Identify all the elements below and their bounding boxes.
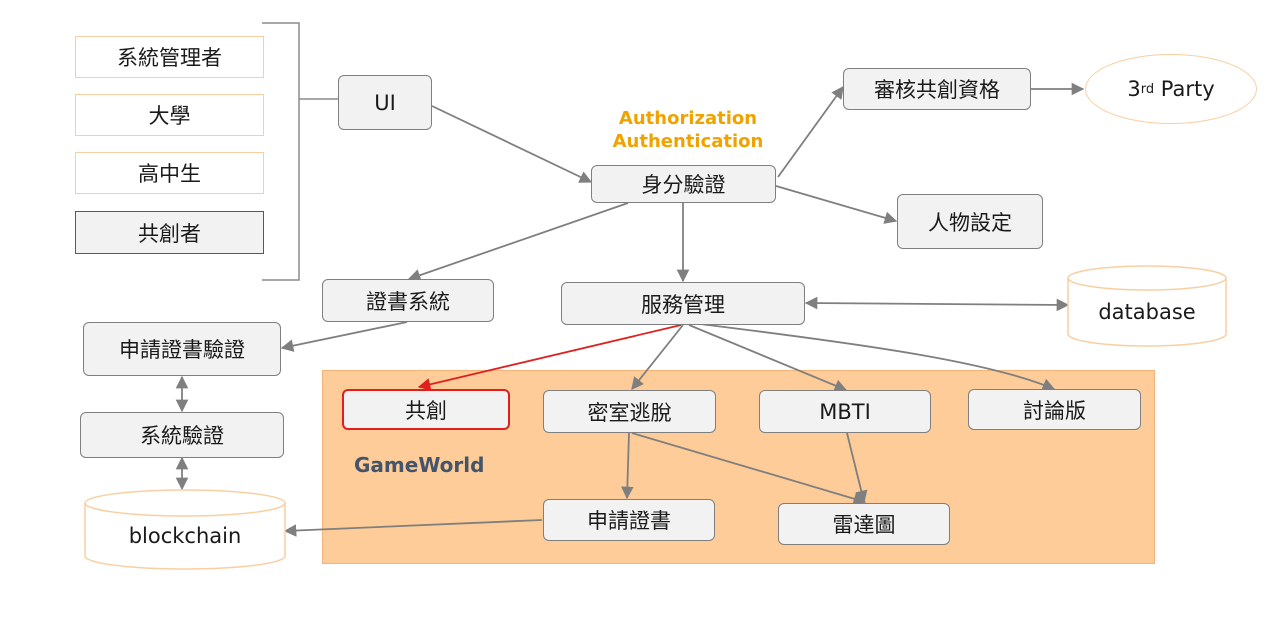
radar-chart-node: 雷達圖	[778, 503, 950, 545]
arrow-service-database	[804, 296, 1070, 312]
arrow-mbti-radar	[846, 432, 868, 504]
third-party-prefix: 3	[1127, 77, 1141, 101]
authorization-text: Authorization	[618, 108, 758, 129]
role-cocreator: 共創者	[75, 211, 264, 254]
cocreation-node: 共創	[342, 389, 510, 430]
third-party-sup: rd	[1140, 81, 1155, 97]
third-party-node: 3rd Party	[1085, 54, 1257, 124]
apply-cert-node: 申請證書	[543, 499, 715, 541]
mbti-node: MBTI	[759, 390, 931, 433]
authentication-text: Authentication	[612, 131, 764, 152]
review-cocreation-node: 審核共創資格	[843, 68, 1031, 110]
database-label: database	[1098, 300, 1196, 324]
certificate-system-node: 證書系統	[322, 279, 494, 322]
identity-verification-node: 身分驗證	[591, 165, 776, 203]
arrow-identity-certsystem	[407, 202, 629, 282]
third-party-suffix: Party	[1154, 77, 1215, 101]
arrow-ui-identity	[431, 105, 593, 183]
arrow-identity-character	[775, 185, 898, 224]
role-admin: 系統管理者	[75, 36, 264, 78]
apply-cert-verify-node: 申請證書驗證	[83, 322, 281, 376]
service-management-node: 服務管理	[561, 282, 805, 325]
escape-room-node: 密室逃脫	[543, 390, 716, 433]
ui-node: UI	[338, 75, 432, 130]
roles-bracket	[262, 22, 300, 281]
arrow-certsystem-applyverify	[280, 321, 408, 352]
role-highschool: 高中生	[75, 152, 264, 194]
arrow-identity-review	[777, 85, 844, 178]
blockchain-label: blockchain	[128, 524, 242, 548]
system-verify-node: 系統驗證	[80, 412, 284, 458]
arrow-applycert-blockchain	[283, 519, 543, 537]
character-settings-node: 人物設定	[897, 194, 1043, 249]
arrow-service-forum	[699, 323, 1056, 391]
forum-node: 討論版	[968, 389, 1141, 430]
auth-label: Authorization Authentication	[598, 107, 778, 153]
arrow-service-mbti	[688, 324, 848, 392]
role-university: 大學	[75, 94, 264, 136]
arrow-escaperoom-radar	[631, 432, 867, 505]
architecture-diagram: GameWorld 系統管理者 大學 高中生 共創者 UI Authorizat…	[0, 0, 1277, 627]
arrow-escaperoom-applycert	[621, 432, 634, 500]
